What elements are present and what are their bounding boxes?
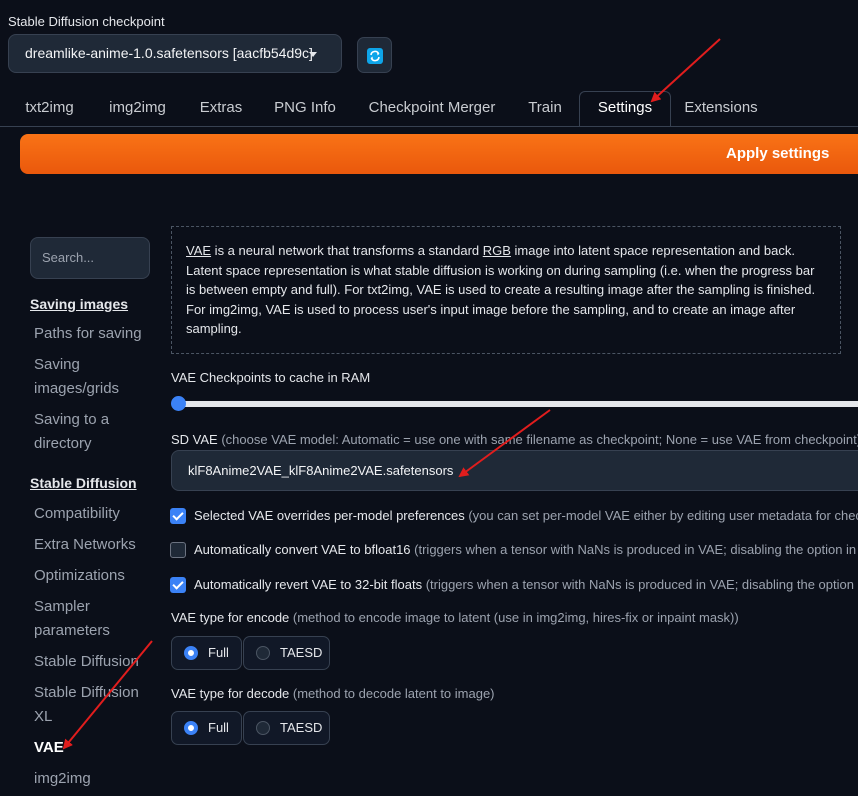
radio-selected-icon [184,646,198,660]
sd-vae-value: klF8Anime2VAE_klF8Anime2VAE.safetensors [188,463,454,478]
tabs-divider [0,126,858,127]
sidebar-item-stable-diffusion[interactable]: Stable Diffusion [34,650,152,674]
tab-png-info[interactable]: PNG Info [266,92,344,124]
vae-info-text-1: is a neural network that transforms a st… [211,243,483,258]
vae-revert-32bit-checkbox[interactable] [170,577,186,593]
tab-extras[interactable]: Extras [192,92,250,124]
vae-encode-full-label: Full [208,645,229,660]
vae-encode-option-full[interactable]: Full [171,636,242,670]
vae-encode-label: VAE type for encode (method to encode im… [171,610,739,625]
sidebar-item-stable-diffusion-xl[interactable]: Stable Diffusion XL [34,681,146,729]
vae-override-label: Selected VAE overrides per-model prefere… [194,508,858,523]
checkpoint-label: Stable Diffusion checkpoint [8,14,165,29]
vae-decode-title: VAE type for decode [171,686,290,701]
sidebar-item-saving-to-directory[interactable]: Saving to a directory [34,408,146,456]
sidebar-item-sampler-parameters[interactable]: Sampler parameters [34,595,146,643]
chevron-down-icon [309,52,317,57]
sd-vae-title: SD VAE [171,432,218,447]
sidebar-item-paths-for-saving[interactable]: Paths for saving [34,322,146,346]
vae-encode-option-taesd[interactable]: TAESD [243,636,330,670]
vae-decode-taesd-label: TAESD [280,720,323,735]
sidebar-item-saving-images-grids[interactable]: Saving images/grids [34,353,146,401]
checkpoint-dropdown[interactable]: dreamlike-anime-1.0.safetensors [aacfb54… [8,34,342,73]
apply-settings-label: Apply settings [726,145,830,162]
vae-cache-label: VAE Checkpoints to cache in RAM [171,370,371,385]
vae-decode-label: VAE type for decode (method to decode la… [171,686,495,701]
tab-settings[interactable]: Settings [579,91,671,126]
vae-bfloat16-title: Automatically convert VAE to bfloat16 [194,542,411,557]
vae-bfloat16-label: Automatically convert VAE to bfloat16 (t… [194,542,856,557]
tab-img2img[interactable]: img2img [99,92,176,124]
sd-vae-dropdown[interactable]: klF8Anime2VAE_klF8Anime2VAE.safetensors [171,450,858,491]
vae-encode-title: VAE type for encode [171,610,290,625]
sidebar-section-saving-images[interactable]: Saving images [30,292,150,316]
tab-extensions[interactable]: Extensions [676,92,766,124]
vae-term: VAE [186,243,212,258]
tab-checkpoint-merger[interactable]: Checkpoint Merger [360,92,504,124]
sidebar-item-vae[interactable]: VAE [34,736,146,760]
vae-cache-slider-track[interactable] [178,401,858,407]
vae-revert-32bit-title: Automatically revert VAE to 32-bit float… [194,577,423,592]
refresh-checkpoints-button[interactable] [357,37,392,73]
checkpoint-value: dreamlike-anime-1.0.safetensors [aacfb54… [25,45,313,61]
sidebar-item-optimizations[interactable]: Optimizations [34,564,146,588]
sd-vae-label: SD VAE (choose VAE model: Automatic = us… [171,432,858,447]
sidebar-section-stable-diffusion[interactable]: Stable Diffusion [30,471,150,495]
vae-bfloat16-hint: (triggers when a tensor with NaNs is pro… [410,542,857,557]
tab-txt2img[interactable]: txt2img [8,92,91,124]
vae-revert-32bit-label: Automatically revert VAE to 32-bit float… [194,577,854,592]
sd-vae-hint: (choose VAE model: Automatic = use one w… [217,432,858,447]
vae-cache-slider-handle[interactable] [171,396,186,411]
vae-encode-hint: (method to encode image to latent (use i… [289,610,739,625]
settings-search-input[interactable]: Search... [30,237,150,279]
radio-unselected-icon [256,646,270,660]
vae-decode-full-label: Full [208,720,229,735]
radio-selected-icon [184,721,198,735]
vae-decode-hint: (method to decode latent to image) [289,686,495,701]
sidebar-item-compatibility[interactable]: Compatibility [34,502,146,526]
tab-train[interactable]: Train [516,92,574,124]
sidebar-item-extra-networks[interactable]: Extra Networks [34,533,146,557]
vae-info-box: VAE is a neural network that transforms … [171,226,841,354]
vae-decode-option-taesd[interactable]: TAESD [243,711,330,745]
radio-unselected-icon [256,721,270,735]
sidebar-item-img2img[interactable]: img2img [34,767,146,791]
vae-bfloat16-checkbox[interactable] [170,542,186,558]
rgb-term: RGB [482,243,511,258]
vae-revert-32bit-hint: (triggers when a tensor with NaNs is pro… [422,577,854,592]
vae-decode-option-full[interactable]: Full [171,711,242,745]
vae-override-title: Selected VAE overrides per-model prefere… [194,508,465,523]
refresh-icon [367,48,383,64]
vae-override-checkbox[interactable] [170,508,186,524]
vae-encode-taesd-label: TAESD [280,645,323,660]
vae-override-hint: (you can set per-model VAE either by edi… [464,508,858,523]
apply-settings-button[interactable]: Apply settings [20,134,858,174]
